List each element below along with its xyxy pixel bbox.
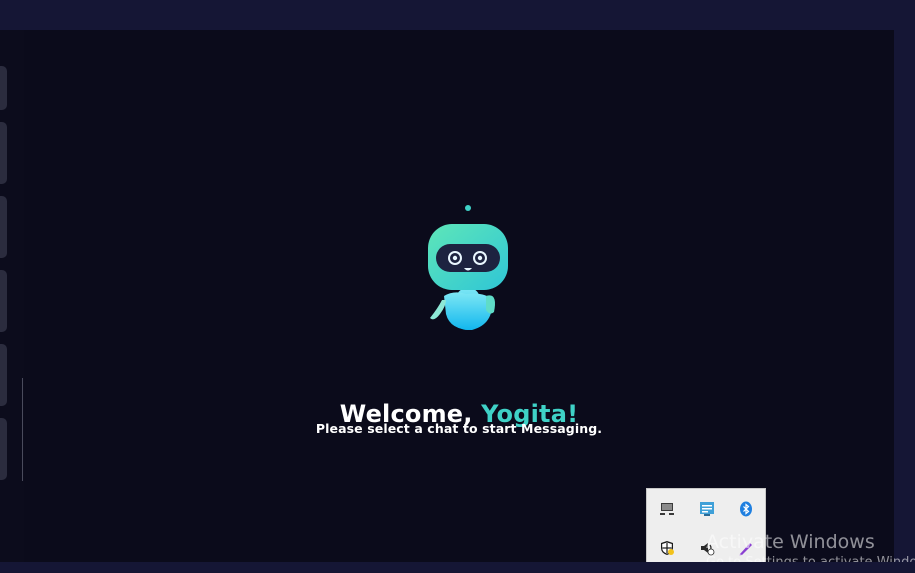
activate-windows-title: Activate Windows (706, 531, 875, 553)
welcome-message: Welcome, Yogita! Please select a chat to… (24, 398, 894, 436)
sidebar-chat-tile[interactable] (0, 66, 7, 110)
sidebar-chat-tile[interactable] (0, 418, 7, 480)
windows-security-icon[interactable] (657, 538, 677, 558)
sidebar-chat-tile[interactable] (0, 270, 7, 332)
welcome-subtitle: Please select a chat to start Messaging. (315, 421, 603, 436)
sidebar-chat-tile[interactable] (0, 122, 7, 184)
app-frame: Welcome, Yogita! Please select a chat to… (0, 0, 915, 572)
display-icon[interactable] (657, 499, 677, 519)
network-icon[interactable] (697, 499, 717, 519)
robot-mascot-icon (428, 205, 508, 330)
bottom-strip (0, 562, 915, 572)
bluetooth-icon[interactable] (736, 499, 756, 519)
sidebar (0, 30, 24, 562)
sidebar-scrollbar[interactable] (22, 378, 23, 481)
sidebar-chat-tile[interactable] (0, 344, 7, 406)
sidebar-chat-tile[interactable] (0, 196, 7, 258)
